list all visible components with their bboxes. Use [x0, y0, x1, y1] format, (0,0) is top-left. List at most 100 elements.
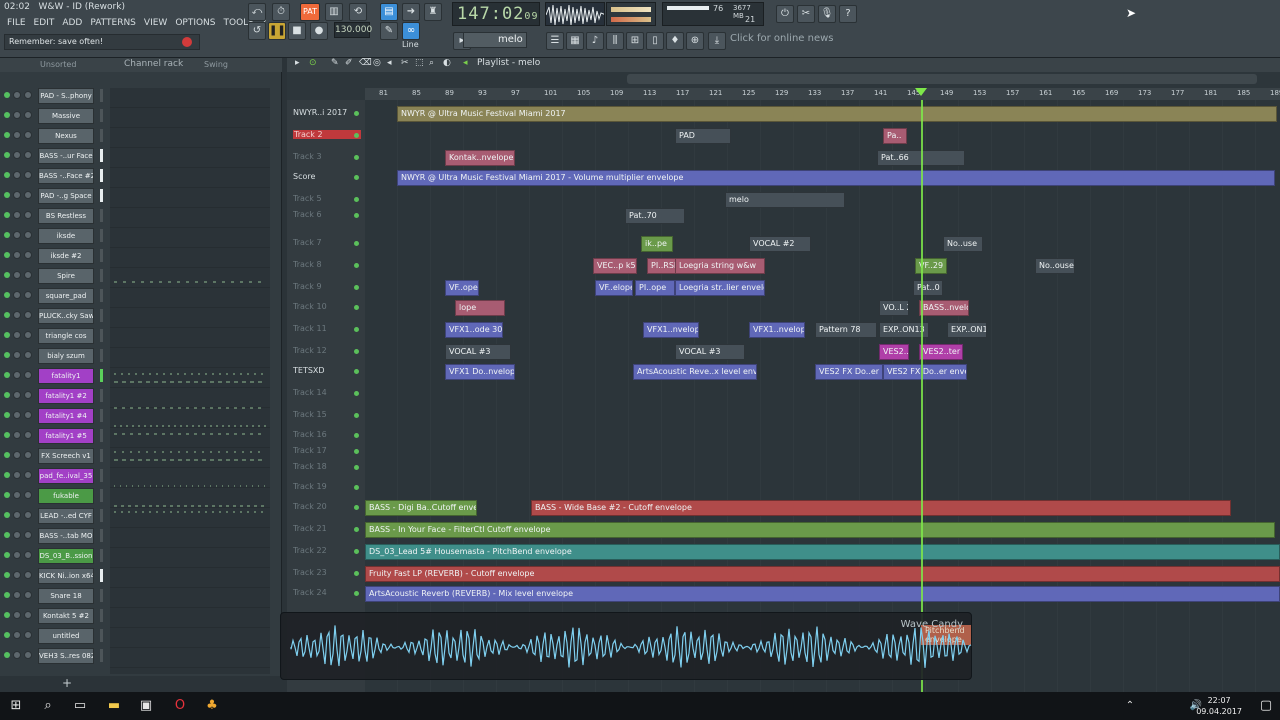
channel-row[interactable]: fatality1 — [0, 366, 282, 386]
delete-tool-icon[interactable]: ⌫ — [359, 58, 372, 68]
swing-knob[interactable]: Swing — [204, 60, 228, 69]
channel-name-button[interactable]: Spire — [38, 268, 94, 284]
menu-file[interactable]: FILE — [6, 18, 27, 28]
file-explorer-icon[interactable]: ▬ — [106, 698, 122, 714]
track-enable-led[interactable] — [354, 305, 359, 310]
playlist-clip[interactable]: VES2.. — [879, 344, 909, 360]
playlist-clip[interactable]: No..ouse — [1035, 258, 1075, 274]
track-label[interactable]: Track 24 — [293, 588, 327, 597]
channel-mute-led[interactable] — [4, 632, 10, 638]
channel-volume-knob[interactable] — [24, 491, 32, 499]
channel-mute-led[interactable] — [4, 472, 10, 478]
channel-name-button[interactable]: Massive — [38, 108, 94, 124]
track-label[interactable]: Track 11 — [293, 324, 327, 333]
channel-name-button[interactable]: VEH3 S..res 082 — [38, 648, 94, 664]
playlist-grid[interactable]: NWYR @ Ultra Music Festival Miami 2017 PA… — [365, 100, 1280, 692]
channel-row[interactable]: bialy szum — [0, 346, 282, 366]
mixer-hand-icon[interactable]: ♜ — [424, 3, 442, 21]
channel-row[interactable]: triangle cos — [0, 326, 282, 346]
playlist-clip[interactable]: PI..ope — [635, 280, 675, 296]
channel-name-button[interactable]: DS_03_B..ssion — [38, 548, 94, 564]
channel-row[interactable]: Kontakt 5 #2 — [0, 606, 282, 626]
magnet-icon[interactable]: ⊙ — [309, 58, 317, 68]
channel-volume-knob[interactable] — [24, 151, 32, 159]
playlist-clip[interactable]: ArtsAcoustic Reverb (REVERB) - Mix level… — [365, 586, 1280, 602]
channel-rack-icon[interactable]: ▦ — [566, 32, 584, 50]
channel-mute-led[interactable] — [4, 332, 10, 338]
track-enable-led[interactable] — [354, 175, 359, 180]
channel-name-button[interactable]: fatality1 #5 — [38, 428, 94, 444]
channel-row[interactable]: fatality1 #5 — [0, 426, 282, 446]
track-label[interactable]: Track 15 — [293, 410, 327, 419]
track-enable-led[interactable] — [354, 433, 359, 438]
pencil-icon[interactable]: ✎ — [380, 22, 398, 40]
track-label[interactable]: Track 7 — [293, 238, 322, 247]
channel-name-button[interactable]: untitled — [38, 628, 94, 644]
channel-volume-knob[interactable] — [24, 271, 32, 279]
channel-volume-knob[interactable] — [24, 251, 32, 259]
channel-volume-knob[interactable] — [24, 331, 32, 339]
playlist-clip[interactable]: VO..L 2 — [879, 300, 909, 316]
channel-name-button[interactable]: iksde — [38, 228, 94, 244]
arrow-icon[interactable]: ➜ — [402, 3, 420, 21]
blend-icon[interactable]: ↺ — [248, 22, 266, 40]
task-view-icon[interactable]: ▭ — [72, 698, 88, 714]
channel-select-indicator[interactable] — [100, 229, 103, 242]
channel-row[interactable]: BASS -..Face #2 — [0, 166, 282, 186]
track-enable-led[interactable] — [354, 549, 359, 554]
loop-record-icon[interactable]: ⟲ — [349, 3, 367, 21]
playlist-clip[interactable]: BASS - Digi Ba..Cutoff envelope — [365, 500, 477, 516]
browser-icon[interactable]: ☰ — [546, 32, 564, 50]
channel-mute-led[interactable] — [4, 652, 10, 658]
channel-select-indicator[interactable] — [100, 549, 103, 562]
pat-song-toggle[interactable]: PAT — [300, 3, 320, 21]
track-label[interactable]: TETSXD — [293, 366, 325, 375]
channel-mute-led[interactable] — [4, 592, 10, 598]
channel-volume-knob[interactable] — [24, 291, 32, 299]
paint-tool-icon[interactable]: ✐ — [345, 58, 353, 68]
channel-mute-led[interactable] — [4, 552, 10, 558]
track-enable-led[interactable] — [354, 327, 359, 332]
channel-volume-knob[interactable] — [24, 111, 32, 119]
fl-studio-icon[interactable]: ♣ — [204, 698, 220, 714]
track-enable-led[interactable] — [354, 241, 359, 246]
track-enable-led[interactable] — [354, 391, 359, 396]
channel-pan-knob[interactable] — [13, 211, 21, 219]
menu-view[interactable]: VIEW — [143, 18, 168, 28]
channel-mute-led[interactable] — [4, 152, 10, 158]
track-label[interactable]: Track 19 — [293, 482, 327, 491]
playlist-clip[interactable]: lope — [455, 300, 505, 316]
channel-select-indicator[interactable] — [100, 169, 103, 182]
channel-pan-knob[interactable] — [13, 431, 21, 439]
channel-volume-knob[interactable] — [24, 211, 32, 219]
playlist-clip[interactable]: No..use — [943, 236, 983, 252]
channel-row[interactable]: FX Screech v1 — [0, 446, 282, 466]
snap-selector[interactable]: Line — [402, 40, 419, 49]
channel-select-indicator[interactable] — [100, 129, 103, 142]
playhead-marker[interactable] — [915, 88, 927, 96]
playlist-clip[interactable]: Pa.. — [883, 128, 907, 144]
channel-select-indicator[interactable] — [100, 289, 103, 302]
notifications-icon[interactable]: ▢ — [1258, 698, 1274, 714]
channel-pan-knob[interactable] — [13, 651, 21, 659]
channel-mute-led[interactable] — [4, 612, 10, 618]
playlist-clip[interactable]: melo — [725, 192, 845, 208]
channel-name-button[interactable]: Kontakt 5 #2 — [38, 608, 94, 624]
channel-volume-knob[interactable] — [24, 231, 32, 239]
channel-name-button[interactable]: BASS -..ur Face — [38, 148, 94, 164]
channel-name-button[interactable]: PAD -..g Space — [38, 188, 94, 204]
track-label[interactable]: Track 17 — [293, 446, 327, 455]
track-enable-led[interactable] — [354, 571, 359, 576]
channel-row[interactable]: PAD - S..phony — [0, 86, 282, 106]
channel-name-button[interactable]: fukable — [38, 488, 94, 504]
channel-volume-knob[interactable] — [24, 371, 32, 379]
play-button[interactable]: ❚❚ — [268, 22, 286, 40]
channel-pan-knob[interactable] — [13, 111, 21, 119]
channel-pan-knob[interactable] — [13, 391, 21, 399]
track-enable-led[interactable] — [354, 213, 359, 218]
channel-select-indicator[interactable] — [100, 429, 103, 442]
channel-mute-led[interactable] — [4, 492, 10, 498]
channel-row[interactable]: LEAD -..ed CYF — [0, 506, 282, 526]
channel-volume-knob[interactable] — [24, 91, 32, 99]
channel-select-indicator[interactable] — [100, 109, 103, 122]
